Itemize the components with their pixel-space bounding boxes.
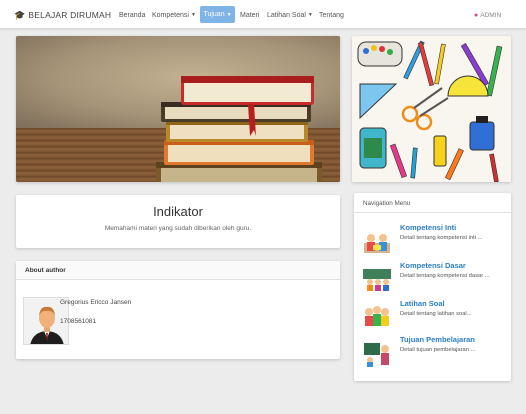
navigation-menu-card: Navigation Menu Kompetensi Inti Detail t… <box>354 193 511 381</box>
nav-tentang[interactable]: Tentang <box>319 9 344 21</box>
navigation-menu-heading: Navigation Menu <box>354 193 511 213</box>
caret-down-icon: ▼ <box>307 12 313 18</box>
classroom-icon <box>362 267 392 293</box>
brand-label: BELAJAR DIRUMAH <box>28 10 112 20</box>
menu-item-kompetensi-dasar[interactable]: Kompetensi Dasar Detail tentang kompeten… <box>354 261 511 297</box>
menu-item-description: Detail tentang kompetensi inti ... <box>400 235 483 241</box>
nav-tujuan[interactable]: Tujuan ▼ <box>200 6 235 23</box>
hero-books-image <box>16 36 340 182</box>
nav-latihan-soal[interactable]: Latihan Soal ▼ <box>267 9 313 21</box>
books-stack-illustration <box>156 76 322 182</box>
nav-tujuan-label: Tujuan <box>203 11 225 18</box>
students-icon <box>362 305 392 331</box>
user-icon: ● <box>474 11 479 19</box>
nav-beranda[interactable]: Beranda <box>119 9 145 21</box>
menu-item-title[interactable]: Latihan Soal <box>400 299 445 308</box>
menu-item-kompetensi-inti[interactable]: Kompetensi Inti Detail tentang kompetens… <box>354 223 511 259</box>
graduation-cap-icon: 🎓 <box>14 9 26 20</box>
menu-item-title[interactable]: Kompetensi Inti <box>400 223 456 232</box>
nav-kompetensi[interactable]: Kompetensi ▼ <box>152 9 196 21</box>
brand-link[interactable]: 🎓 BELAJAR DIRUMAH <box>14 9 111 21</box>
nav-materi[interactable]: Materi <box>240 9 259 21</box>
menu-item-latihan-soal[interactable]: Latihan Soal Detail tentang latihan soal… <box>354 299 511 335</box>
menu-item-description: Detail tentang kompetensi dasar ... <box>400 273 490 279</box>
author-nim: 1708561081 <box>60 318 97 325</box>
kids-reading-icon <box>362 229 392 255</box>
caret-down-icon: ▼ <box>226 11 232 18</box>
nav-beranda-label: Beranda <box>119 11 146 19</box>
menu-item-tujuan-pembelajaran[interactable]: Tujuan Pembelajaran Detail tujuan pembel… <box>354 335 511 371</box>
nav-kompetensi-label: Kompetensi <box>152 11 189 19</box>
admin-menu[interactable]: ● ADMIN <box>474 9 501 21</box>
author-name: Gregorius Ericco Jansen <box>60 299 132 306</box>
nav-latihan-soal-label: Latihan Soal <box>267 11 306 19</box>
indikator-card: Indikator Memahami materi yang sudah dib… <box>16 195 340 248</box>
menu-item-title[interactable]: Tujuan Pembelajaran <box>400 335 475 344</box>
nav-tentang-label: Tentang <box>319 11 344 19</box>
menu-item-title[interactable]: Kompetensi Dasar <box>400 261 466 270</box>
nav-materi-label: Materi <box>240 11 260 19</box>
indikator-title: Indikator <box>153 204 203 219</box>
menu-item-description: Detail tentang latihan soal... <box>400 311 472 317</box>
caret-down-icon: ▼ <box>190 12 196 18</box>
teacher-icon <box>362 341 392 367</box>
indikator-description: Memahami materi yang sudah diberikan ole… <box>104 225 252 232</box>
about-author-card: About author <box>16 261 340 359</box>
admin-label: ADMIN <box>480 11 502 19</box>
top-navbar: 🎓 BELAJAR DIRUMAH Beranda Kompetensi ▼ T… <box>0 0 526 29</box>
art-supplies-image <box>352 36 511 182</box>
art-supplies-illustration <box>352 36 511 182</box>
about-author-heading: About author <box>16 261 340 280</box>
menu-item-description: Detail tujuan pembelajaran ... <box>400 347 476 353</box>
